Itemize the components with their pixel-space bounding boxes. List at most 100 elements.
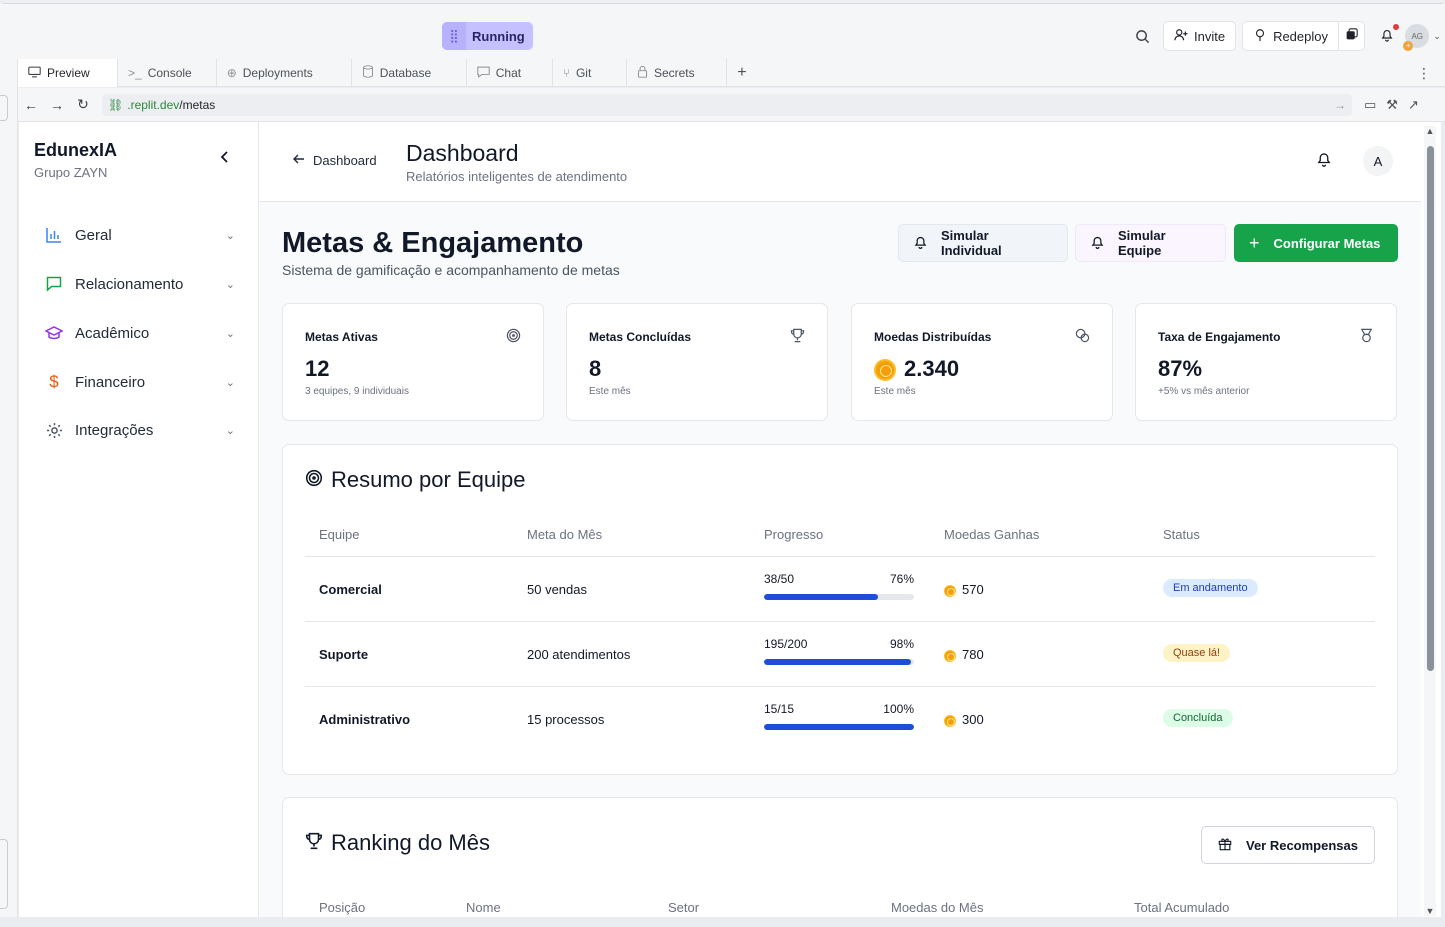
coins-cell: 780 [944,647,984,662]
column-header: Posição [319,900,366,915]
chevron-down-icon: ⌄ [225,229,235,242]
chevron-down-icon: ⌄ [225,376,235,389]
invite-button[interactable]: Invite [1162,21,1237,51]
chevron-down-icon: ⌄ [225,424,235,437]
stat-card-coins-distributed: Moedas Distribuídas 2.340 Este mês [851,303,1113,421]
chevron-down-icon: ⌄ [225,278,235,291]
search-icon[interactable] [1129,22,1157,50]
coins-icon [1075,328,1090,348]
configure-goals-button[interactable]: + Configurar Metas [1234,224,1398,262]
wrench-icon[interactable]: ⚒ [1386,97,1398,113]
deploy-icon: ⊕ [226,66,237,80]
collapse-sidebar-icon[interactable] [219,150,231,168]
page-header: Dashboard Dashboard Relatórios inteligen… [259,122,1421,202]
scrollbar-thumb[interactable] [1427,146,1434,671]
progress-fill [764,724,914,730]
progress-count: 195/200 [764,637,808,651]
plus-icon: + [1249,232,1260,253]
devtools-icon[interactable]: ▭ [1364,97,1376,113]
monitor-icon [28,66,41,81]
sidebar-item-academico[interactable]: Acadêmico ⌄ [45,319,235,347]
simulate-team-button[interactable]: Simular Equipe [1075,224,1226,262]
coin-icon [944,649,956,662]
chevron-down-icon: ⌄ [1433,30,1441,41]
sidebar-item-geral[interactable]: Geral ⌄ [45,221,235,249]
progress-track [764,659,914,665]
tab-label: Git [575,66,592,80]
tab-git[interactable]: ⑂ Git [553,59,627,87]
stat-card-active-goals: Metas Ativas 12 3 equipes, 9 individuais [282,303,544,421]
stat-value: 12 [305,356,330,381]
tab-label: Preview [47,66,90,80]
avatar: AG + [1403,24,1430,51]
preview-viewport: EdunexIA Grupo ZAYN Geral ⌄ Relacionamen… [19,122,1441,917]
view-rewards-button[interactable]: Ver Recompensas [1200,826,1375,864]
url-field[interactable]: ⛓ .replit.dev/metas → [102,93,1352,116]
message-square-icon [45,275,63,293]
coins-value: 570 [962,582,984,597]
notifications-button[interactable] [1373,22,1401,50]
more-options-icon[interactable]: ⋮ [1417,65,1431,82]
avatar[interactable]: A [1363,146,1393,176]
left-panel-toggle[interactable] [0,95,8,121]
back-to-dashboard-link[interactable]: Dashboard [293,153,377,168]
sidebar-item-relacionamento[interactable]: Relacionamento ⌄ [45,270,235,298]
stat-value: 8 [589,356,602,381]
tab-chat[interactable]: Chat [467,59,553,87]
bell-icon[interactable] [1317,151,1331,172]
add-tab-button[interactable]: + [727,59,757,86]
team-name: Administrativo [319,712,411,727]
scroll-down-icon[interactable]: ▼ [1424,906,1436,916]
tab-preview[interactable]: Preview [18,59,118,87]
tab-secrets[interactable]: Secrets [627,59,727,87]
gear-icon [45,421,63,439]
progress-percent: 76% [889,572,914,586]
panel-title-text: Ranking do Mês [331,830,490,855]
git-icon: ⑂ [562,66,570,80]
table-row: Comercial 50 vendas 38/50 76% 570 Em anda… [305,558,1375,622]
left-panel-handle[interactable] [0,839,8,909]
tab-database[interactable]: Database [352,59,467,87]
browser-top-strip [0,0,1445,10]
status-badge: Em andamento [1163,579,1258,597]
terminal-icon: >_ [128,66,142,80]
progress-cell: 195/200 98% [764,637,914,665]
column-header: Setor [668,900,700,915]
stat-value-row: 2.340 [874,356,959,382]
graduation-cap-icon [45,324,63,342]
column-header: Moedas do Mês [891,900,984,915]
redeploy-button[interactable]: Redeploy [1242,21,1338,51]
sidebar-item-label: Relacionamento [75,275,184,293]
scroll-up-icon[interactable]: ▲ [1424,126,1436,136]
stat-card-completed-goals: Metas Concluídas 8 Este mês [566,303,828,421]
reload-icon[interactable]: ↻ [70,96,96,113]
lock-icon [637,65,648,81]
notification-dot [1393,24,1399,30]
simulate-individual-button[interactable]: Simular Individual [898,224,1068,262]
back-arrow-icon[interactable]: ← [18,97,44,113]
coins-cell: 570 [944,582,984,597]
brand: EdunexIA Grupo ZAYN [34,140,117,180]
account-menu[interactable]: AG + ⌄ [1401,22,1445,51]
external-link-icon[interactable]: ↗ [1408,97,1419,113]
page-scrollbar[interactable]: ▲ ▼ [1424,126,1436,916]
sidebar-item-label: Acadêmico [75,324,150,342]
table-header: Equipe Meta do Mês Progresso Moedas Ganh… [305,517,1375,557]
run-status-button[interactable]: ⣿ Running [442,22,533,50]
tab-deployments[interactable]: ⊕ Deployments [217,59,352,87]
progress-count: 15/15 [764,702,795,716]
go-arrow-icon[interactable]: → [1334,98,1346,112]
replit-app-bar: ⣿ Running Invite Redeploy AG + ⌄ [0,10,1445,60]
stat-title: Taxa de Engajamento [1158,330,1281,344]
workspace-tabs: Preview >_ Console ⊕ Deployments Databas… [18,59,1445,87]
forward-arrow-icon[interactable]: → [44,97,70,113]
column-header: Total Acumulado [1134,900,1230,915]
sidebar-item-integracoes[interactable]: Integrações ⌄ [45,416,235,444]
tab-label: Chat [495,66,522,80]
bottom-strip [0,917,1445,927]
coins-value: 300 [962,712,984,727]
gift-icon [1218,837,1232,854]
tab-console[interactable]: >_ Console [118,59,217,87]
deploy-menu-button[interactable] [1338,21,1365,51]
sidebar-item-financeiro[interactable]: $ Financeiro ⌄ [45,368,235,396]
